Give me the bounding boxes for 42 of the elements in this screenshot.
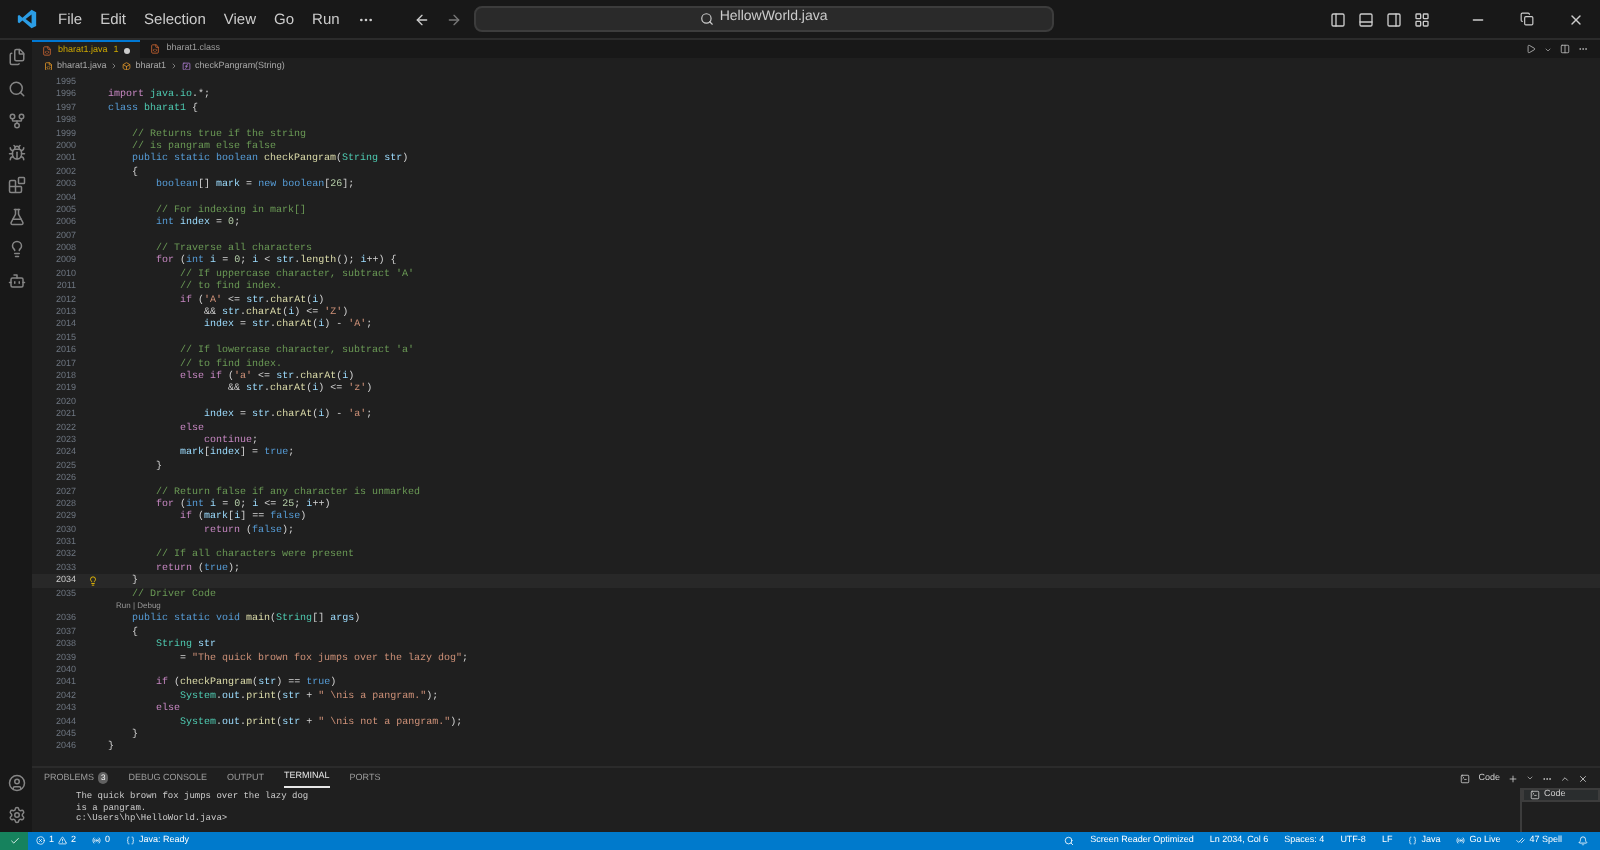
run-icon[interactable] <box>1526 44 1536 54</box>
zoom-icon[interactable] <box>1064 836 1075 846</box>
broadcast-icon <box>1456 836 1466 846</box>
split-editor-icon[interactable] <box>1560 44 1570 54</box>
broadcast-icon <box>92 836 102 846</box>
branch-icon[interactable] <box>7 112 25 130</box>
terminal-icon <box>1460 773 1471 783</box>
files-icon[interactable] <box>7 48 25 66</box>
lightbulb-icon[interactable] <box>87 575 97 586</box>
forward-icon[interactable] <box>445 11 462 27</box>
settings-icon[interactable] <box>7 806 25 824</box>
account-icon[interactable] <box>7 774 25 792</box>
java-file-icon <box>150 44 161 54</box>
lightbulb-icon[interactable] <box>7 240 25 258</box>
error-icon <box>36 836 45 846</box>
extensions-icon[interactable] <box>7 176 25 194</box>
file-icon <box>44 61 53 71</box>
spell-icon <box>1516 836 1526 846</box>
search-icon <box>699 12 714 26</box>
braces-icon <box>1408 836 1418 846</box>
restore-icon[interactable] <box>1520 12 1534 26</box>
search-icon[interactable] <box>7 80 25 98</box>
back-icon[interactable] <box>413 11 430 27</box>
bell-icon[interactable] <box>1578 836 1588 846</box>
braces-icon <box>126 836 136 846</box>
panel-bottom-icon[interactable] <box>1358 11 1374 27</box>
java-file-icon <box>42 45 52 55</box>
flask-icon[interactable] <box>7 208 25 226</box>
class-icon <box>122 61 132 71</box>
robot-icon[interactable] <box>7 272 25 290</box>
app-logo-icon <box>16 8 38 30</box>
add-icon[interactable] <box>1508 773 1518 783</box>
panel-right-icon[interactable] <box>1386 11 1402 27</box>
method-icon <box>182 61 192 71</box>
terminal-icon <box>1530 790 1540 800</box>
check-icon <box>9 836 19 846</box>
layout-icon[interactable] <box>1414 11 1430 27</box>
bug-icon[interactable] <box>7 144 25 162</box>
close-icon[interactable] <box>1568 11 1584 27</box>
warning-icon <box>58 836 68 846</box>
maximize-icon[interactable] <box>1560 773 1570 783</box>
panel-left-icon[interactable] <box>1330 11 1346 27</box>
